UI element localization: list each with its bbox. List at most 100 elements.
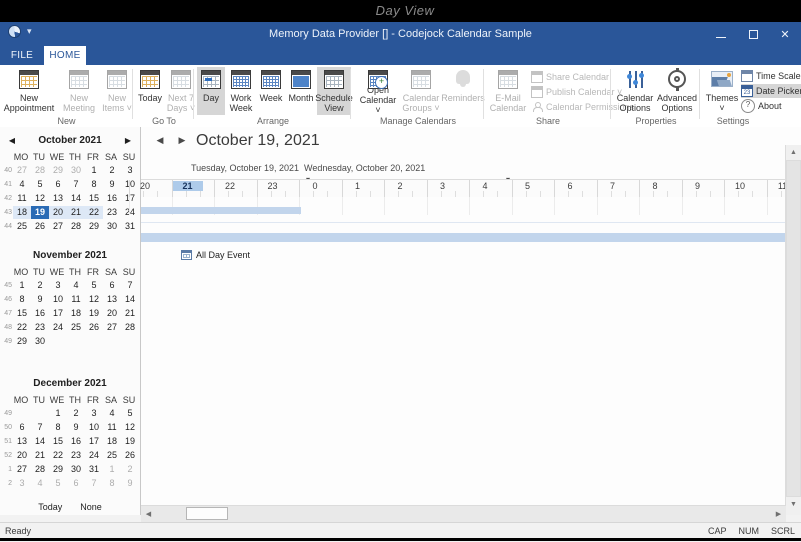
mini-calendar-day[interactable]: 8 — [103, 477, 121, 490]
mini-calendar-day[interactable]: 5 — [85, 279, 103, 292]
view-work-week-button[interactable]: WorkWeek — [226, 67, 256, 115]
hour-label[interactable]: 2 — [385, 181, 415, 191]
time-ruler[interactable]: 2021222301234567891011 — [141, 179, 786, 199]
mini-calendar-day[interactable]: 20 — [13, 449, 31, 462]
mini-calendar-day[interactable]: 9 — [121, 477, 139, 490]
mini-calendar-day[interactable]: 2 — [121, 463, 139, 476]
mini-calendar-day[interactable]: 12 — [31, 192, 49, 205]
mini-calendar-day[interactable]: 21 — [121, 307, 139, 320]
vertical-scrollbar-thumb[interactable] — [786, 160, 801, 497]
mini-calendar-day[interactable]: 19 — [121, 435, 139, 448]
mini-calendar-day[interactable]: 23 — [31, 321, 49, 334]
view-schedule-button[interactable]: ScheduleView — [317, 67, 351, 115]
mini-calendar-day[interactable]: 28 — [67, 220, 85, 233]
mini-calendar-day[interactable]: 4 — [103, 407, 121, 420]
mini-calendar-day[interactable]: 24 — [49, 321, 67, 334]
mini-calendar-day[interactable]: 22 — [85, 206, 103, 219]
next-day-button[interactable]: ▶ — [177, 135, 187, 146]
mini-calendar-day[interactable]: 7 — [121, 279, 139, 292]
mini-calendar-day[interactable]: 4 — [31, 477, 49, 490]
view-month-button[interactable]: Month — [285, 67, 317, 115]
mini-calendar-day[interactable]: 26 — [31, 220, 49, 233]
mini-calendar-day[interactable]: 17 — [85, 435, 103, 448]
mini-calendar-day[interactable]: 8 — [13, 293, 31, 306]
mini-calendar-day[interactable]: 19 — [85, 307, 103, 320]
today-nav-button[interactable]: Today — [32, 501, 68, 513]
mini-calendar-day[interactable]: 3 — [49, 279, 67, 292]
hour-label[interactable]: 21 — [173, 181, 203, 191]
hour-label[interactable]: 10 — [725, 181, 755, 191]
mini-calendar-day[interactable]: 18 — [13, 206, 31, 219]
mini-calendar-day[interactable]: 8 — [49, 421, 67, 434]
mini-calendar-day[interactable]: 25 — [13, 220, 31, 233]
mini-calendar-day[interactable]: 17 — [49, 307, 67, 320]
mini-calendar-day[interactable]: 3 — [121, 164, 139, 177]
mini-calendar-day[interactable]: 3 — [85, 407, 103, 420]
mini-calendar-day[interactable]: 7 — [85, 477, 103, 490]
mini-calendar-day[interactable]: 5 — [49, 477, 67, 490]
date-picker-item[interactable]: Date Picker — [741, 84, 801, 98]
mini-calendar-day[interactable]: 1 — [103, 463, 121, 476]
mini-calendar-day[interactable]: 21 — [31, 449, 49, 462]
mini-calendar-day[interactable]: 24 — [85, 449, 103, 462]
mini-calendar-day[interactable]: 11 — [13, 192, 31, 205]
mini-calendar-prev-button[interactable]: ◀ — [5, 132, 19, 150]
time-scale-item[interactable]: Time Scale ˅ — [741, 69, 801, 83]
mini-calendar-day[interactable]: 20 — [103, 307, 121, 320]
mini-calendar-day[interactable]: 30 — [67, 463, 85, 476]
share-calendar-item[interactable]: Share Calendar — [531, 70, 609, 84]
hour-label[interactable]: 9 — [683, 181, 713, 191]
horizontal-scrollbar[interactable]: ◀ ▶ — [141, 505, 786, 522]
mini-calendar-day[interactable]: 27 — [49, 220, 67, 233]
mini-calendar-day[interactable]: 3 — [13, 477, 31, 490]
scroll-up-button[interactable]: ▲ — [786, 145, 801, 160]
email-calendar-button[interactable]: E-MailCalendar — [487, 67, 529, 115]
mini-calendar-day[interactable]: 6 — [67, 477, 85, 490]
themes-button[interactable]: Themes˅ — [703, 67, 741, 115]
mini-calendar-day[interactable]: 21 — [67, 206, 85, 219]
mini-calendar-day[interactable]: 27 — [13, 463, 31, 476]
mini-calendar-day[interactable]: 28 — [31, 164, 49, 177]
hour-label[interactable]: 20 — [130, 181, 160, 191]
hour-label[interactable]: 7 — [598, 181, 628, 191]
advanced-options-button[interactable]: AdvancedOptions — [656, 67, 698, 115]
mini-calendar-day[interactable]: 12 — [85, 293, 103, 306]
mini-calendar-day[interactable]: 29 — [13, 335, 31, 348]
mini-calendar-day[interactable]: 14 — [31, 435, 49, 448]
mini-calendar-day[interactable]: 9 — [103, 178, 121, 191]
mini-calendar-day[interactable]: 29 — [49, 164, 67, 177]
scroll-right-button[interactable]: ▶ — [771, 507, 786, 521]
minimize-button[interactable] — [705, 22, 737, 46]
new-appointment-button[interactable]: NewAppointment — [6, 67, 52, 115]
publish-calendar-item[interactable]: Publish Calendar ˅ — [531, 85, 622, 99]
mini-calendar-day[interactable]: 7 — [67, 178, 85, 191]
mini-calendar-day[interactable]: 6 — [13, 421, 31, 434]
mini-calendar-day[interactable]: 20 — [49, 206, 67, 219]
all-day-band[interactable] — [141, 233, 786, 242]
hour-label[interactable]: 23 — [258, 181, 288, 191]
scroll-left-button[interactable]: ◀ — [141, 507, 156, 521]
hour-label[interactable]: 3 — [428, 181, 458, 191]
mini-calendar-day[interactable]: 22 — [49, 449, 67, 462]
mini-calendar-day[interactable]: 25 — [103, 449, 121, 462]
prev-day-button[interactable]: ◀ — [155, 135, 165, 146]
view-day-button[interactable]: Day — [197, 67, 225, 115]
mini-calendar-day[interactable]: 15 — [13, 307, 31, 320]
hour-label[interactable]: 8 — [640, 181, 670, 191]
schedule-grid[interactable]: All Day Event — [141, 197, 786, 515]
hour-label[interactable]: 22 — [215, 181, 245, 191]
mini-calendar-day[interactable]: 10 — [85, 421, 103, 434]
mini-calendar-day[interactable]: 26 — [121, 449, 139, 462]
mini-calendar-day[interactable]: 2 — [67, 407, 85, 420]
today-button[interactable]: Today — [134, 67, 166, 115]
mini-calendar-day[interactable]: 1 — [13, 279, 31, 292]
mini-calendar-day[interactable]: 11 — [103, 421, 121, 434]
mini-calendar-day[interactable]: 7 — [31, 421, 49, 434]
hour-label[interactable]: 0 — [300, 181, 330, 191]
reminders-button[interactable]: Reminders — [442, 67, 484, 115]
all-day-event-item[interactable]: All Day Event — [181, 250, 250, 260]
mini-calendar-day[interactable]: 27 — [13, 164, 31, 177]
hour-label[interactable]: 4 — [470, 181, 500, 191]
mini-calendar-day[interactable]: 30 — [103, 220, 121, 233]
mini-calendar-day[interactable]: 13 — [103, 293, 121, 306]
